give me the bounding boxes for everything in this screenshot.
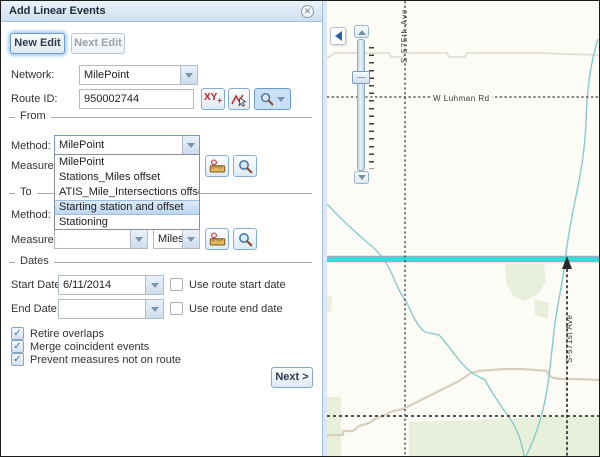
dropdown-option[interactable]: MilePoint <box>55 155 199 170</box>
xy-icon: XY+ <box>204 93 222 106</box>
map-viewport[interactable]: S-575th Ave W Luhman Rd S-571st Ave <box>327 1 599 456</box>
start-date-label: Start Date: <box>11 279 64 291</box>
to-measure-on-map-button[interactable] <box>205 228 229 250</box>
from-section-separator: From <box>9 117 312 118</box>
dropdown-option-highlighted[interactable]: Starting station and offset <box>55 200 199 215</box>
start-date-input[interactable]: 6/11/2014 <box>58 275 146 295</box>
retire-overlaps-checkbox[interactable]: ✓ <box>11 327 24 340</box>
chevron-down-icon[interactable] <box>182 230 199 248</box>
app-window: Add Linear Events ✕ New Edit Next Edit N… <box>0 0 600 457</box>
chevron-left-icon <box>330 31 342 41</box>
end-date-input[interactable] <box>58 299 146 319</box>
merge-coincident-events-label: Merge coincident events <box>30 341 149 353</box>
dropdown-option[interactable]: Stations_Miles offset <box>55 170 199 185</box>
panel-title: Add Linear Events <box>9 5 106 17</box>
to-measure-search-button[interactable] <box>233 228 257 250</box>
route-id-label: Route ID: <box>11 93 57 105</box>
to-units-combobox[interactable]: Miles <box>153 229 200 249</box>
dates-section-separator: Dates <box>9 262 312 263</box>
next-button[interactable]: Next > <box>271 367 313 388</box>
start-date-dropdown-button[interactable] <box>145 275 164 295</box>
prevent-measures-checkbox[interactable]: ✓ <box>11 353 24 366</box>
merge-coincident-events-checkbox[interactable]: ✓ <box>11 340 24 353</box>
use-route-start-date-label: Use route start date <box>189 279 286 291</box>
chevron-up-icon <box>358 26 366 35</box>
zoom-out-button[interactable] <box>354 171 369 184</box>
map-canvas: S-575th Ave W Luhman Rd S-571st Ave <box>327 1 599 456</box>
from-method-label: Method: <box>11 140 51 152</box>
road-label-s-575th: S-575th Ave <box>400 9 409 63</box>
to-measure-combobox[interactable] <box>54 229 148 249</box>
dropdown-option[interactable]: ATIS_Mile_Intersections offset <box>55 185 199 200</box>
panel-header[interactable]: Add Linear Events ✕ <box>1 1 322 22</box>
collapse-panel-button[interactable] <box>330 27 346 45</box>
route-search-split-button[interactable] <box>254 88 291 110</box>
select-route-on-map-button[interactable] <box>228 88 250 110</box>
search-icon <box>260 92 274 106</box>
to-measure-label: Measure: <box>11 234 57 246</box>
search-icon <box>238 159 253 174</box>
road-label-w-luhman: W Luhman Rd <box>433 94 490 103</box>
chevron-down-icon[interactable] <box>130 230 147 248</box>
map-background <box>327 1 599 456</box>
chevron-down-icon[interactable] <box>182 136 199 154</box>
from-measure-label: Measure: <box>11 160 57 172</box>
method-dropdown-list: MilePoint Stations_Miles offset ATIS_Mil… <box>54 154 200 230</box>
from-method-combobox[interactable]: MilePoint <box>54 135 200 155</box>
chevron-down-icon <box>358 175 366 184</box>
chevron-down-icon <box>277 97 285 106</box>
use-route-end-date-checkbox[interactable] <box>170 302 183 315</box>
route-pointer-icon <box>231 92 247 107</box>
network-label: Network: <box>11 69 54 81</box>
network-combobox[interactable]: MilePoint <box>79 65 198 85</box>
from-measure-on-map-button[interactable] <box>205 155 229 177</box>
close-icon[interactable]: ✕ <box>301 5 314 18</box>
dropdown-option[interactable]: Stationing <box>55 215 199 230</box>
use-route-end-date-label: Use route end date <box>189 303 283 315</box>
prevent-measures-label: Prevent measures not on route <box>30 354 181 366</box>
end-date-dropdown-button[interactable] <box>145 299 164 319</box>
add-linear-events-panel: Add Linear Events ✕ New Edit Next Edit N… <box>1 1 323 456</box>
xy-coordinates-button[interactable]: XY+ <box>201 88 225 110</box>
route-id-input[interactable]: 950002744 <box>79 89 194 109</box>
new-edit-button[interactable]: New Edit <box>10 33 65 54</box>
use-route-start-date-checkbox[interactable] <box>170 278 183 291</box>
chevron-down-icon[interactable] <box>180 66 197 84</box>
to-method-label: Method: <box>11 209 51 221</box>
end-date-label: End Date: <box>11 303 60 315</box>
retire-overlaps-label: Retire overlaps <box>30 328 104 340</box>
from-measure-search-button[interactable] <box>233 155 257 177</box>
ruler-icon <box>209 232 226 247</box>
next-edit-button[interactable]: Next Edit <box>71 33 125 54</box>
search-icon <box>238 232 253 247</box>
zoom-slider-track[interactable] <box>357 39 365 171</box>
zoom-in-button[interactable] <box>354 25 369 38</box>
ruler-icon <box>209 159 226 174</box>
zoom-slider-handle[interactable] <box>352 71 370 84</box>
road-label-s-571st: S-571st Ave <box>565 314 574 363</box>
zoom-slider-ticks <box>369 47 374 169</box>
